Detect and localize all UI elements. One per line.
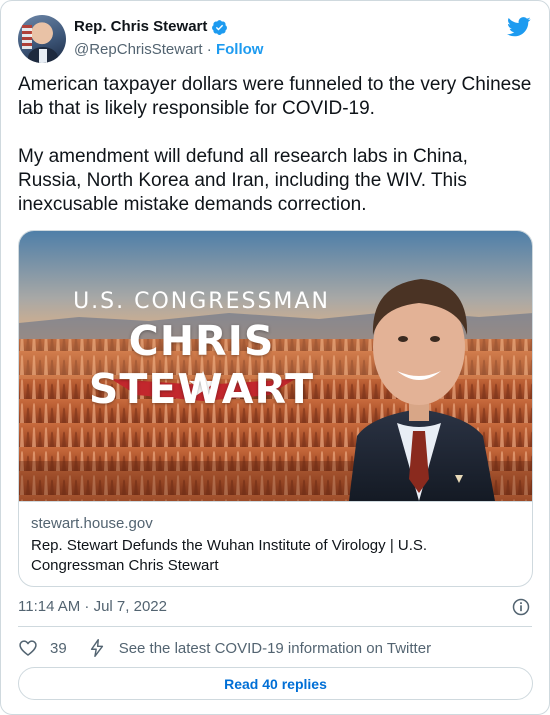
- banner-subtitle: U.S. CONGRESSMAN: [73, 289, 330, 314]
- card-info[interactable]: stewart.house.gov Rep. Stewart Defunds t…: [19, 501, 532, 586]
- card-title: Rep. Stewart Defunds the Wuhan Institute…: [31, 537, 428, 574]
- link-card[interactable]: U.S. CONGRESSMAN CHRIS STEWART stewart.h…: [18, 230, 533, 587]
- author-info: Rep. Chris Stewart @RepChrisStewart · Fo…: [74, 17, 263, 60]
- banner-title: CHRIS STEWART: [88, 317, 315, 413]
- author-handle[interactable]: @RepChrisStewart: [74, 41, 203, 58]
- tweet-timestamp[interactable]: 11:14 AM · Jul 7, 2022: [18, 597, 167, 617]
- heart-icon: [19, 640, 37, 656]
- card-image[interactable]: U.S. CONGRESSMAN CHRIS STEWART: [19, 231, 532, 501]
- handle-separator: ·: [202, 41, 216, 58]
- tweet-header: Rep. Chris Stewart @RepChrisStewart · Fo…: [18, 15, 533, 63]
- avatar[interactable]: [18, 15, 66, 63]
- verified-badge-icon: [212, 19, 228, 35]
- card-domain: stewart.house.gov: [31, 515, 153, 532]
- covid-info-link[interactable]: See the latest COVID-19 information on T…: [87, 638, 431, 658]
- covid-info-label: See the latest COVID-19 information on T…: [118, 639, 432, 657]
- like-count: 39: [50, 639, 67, 657]
- follow-link[interactable]: Follow: [216, 41, 264, 58]
- info-icon[interactable]: [511, 597, 531, 617]
- author-name[interactable]: Rep. Chris Stewart: [74, 17, 207, 37]
- read-replies-button[interactable]: Read 40 replies: [18, 667, 533, 700]
- tweet-embed: Rep. Chris Stewart @RepChrisStewart · Fo…: [0, 0, 550, 715]
- tweet-text: American taxpayer dollars were funneled …: [18, 74, 532, 215]
- name-row: Rep. Chris Stewart: [74, 17, 263, 37]
- twitter-bird-icon[interactable]: [507, 17, 531, 37]
- handle-row: @RepChrisStewart · Follow: [74, 40, 263, 60]
- shirt-graphic: [39, 49, 47, 63]
- flag-graphic: [22, 25, 32, 49]
- action-bar: 39 See the latest COVID-19 information o…: [18, 637, 431, 659]
- like-button[interactable]: 39: [18, 638, 67, 658]
- divider: [18, 626, 532, 627]
- lightning-icon: [90, 638, 103, 658]
